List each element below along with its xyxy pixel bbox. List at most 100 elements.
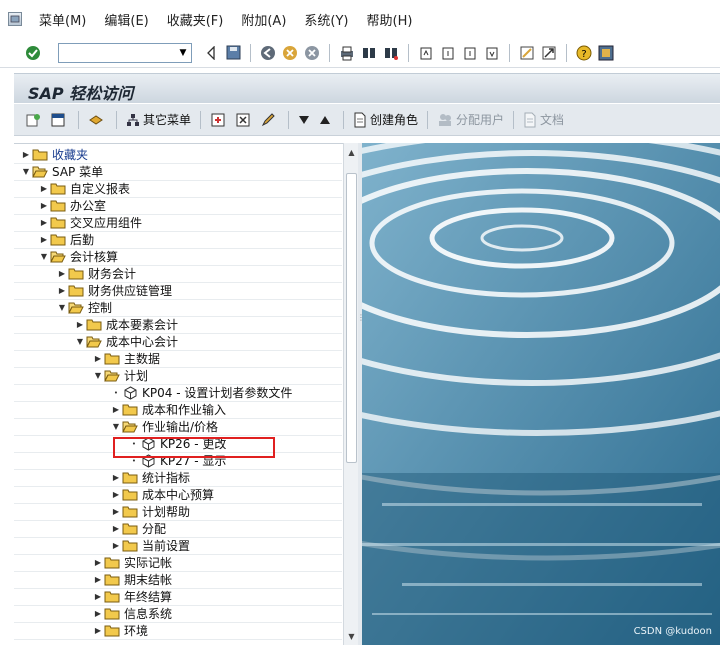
tree-item-favorites[interactable]: ▶ 收藏夹: [14, 146, 342, 163]
find-icon[interactable]: [360, 44, 378, 62]
collapsed-triangle-icon[interactable]: ▶: [110, 405, 122, 414]
collapsed-triangle-icon[interactable]: ▶: [38, 201, 50, 210]
collapsed-triangle-icon[interactable]: ▶: [92, 354, 104, 363]
add-favorite-icon[interactable]: [207, 109, 232, 131]
collapsed-triangle-icon[interactable]: ▶: [38, 235, 50, 244]
menu-menu[interactable]: 菜单(M): [30, 10, 95, 29]
new-session-icon[interactable]: [518, 44, 536, 62]
user-menu-icon[interactable]: [22, 109, 47, 131]
expanded-triangle-icon[interactable]: ▼: [110, 422, 122, 431]
collapsed-triangle-icon[interactable]: ▶: [56, 269, 68, 278]
collapsed-triangle-icon[interactable]: ▶: [110, 490, 122, 499]
documentation-button[interactable]: 文档: [520, 109, 567, 131]
sap-menu-icon[interactable]: [47, 109, 72, 131]
tree-item-label: 财务会计: [88, 267, 137, 281]
scroll-thumb[interactable]: [346, 173, 357, 463]
assign-users-button[interactable]: 分配用户: [434, 109, 507, 131]
separator: [250, 43, 251, 62]
tree-item-cost-center-budget[interactable]: ▶ 成本中心预算: [14, 486, 342, 503]
collapsed-triangle-icon[interactable]: ▶: [92, 609, 104, 618]
tree-item-allocations[interactable]: ▶ 分配: [14, 520, 342, 537]
customize-layout-icon[interactable]: [597, 44, 615, 62]
collapsed-triangle-icon[interactable]: ▶: [38, 218, 50, 227]
tree-item-planning-aids[interactable]: ▶ 计划帮助: [14, 503, 342, 520]
expanded-triangle-icon[interactable]: ▼: [74, 337, 86, 346]
scroll-down-icon[interactable]: ▼: [344, 629, 359, 643]
delete-favorite-icon[interactable]: [232, 109, 257, 131]
tree-item-financial-supply-chain[interactable]: ▶ 财务供应链管理: [14, 282, 342, 299]
tree-item-statistical-key-figures[interactable]: ▶ 统计指标: [14, 469, 342, 486]
collapsed-triangle-icon[interactable]: ▶: [56, 286, 68, 295]
collapsed-triangle-icon[interactable]: ▶: [38, 184, 50, 193]
collapsed-triangle-icon[interactable]: ▶: [110, 473, 122, 482]
tree-item-environment[interactable]: ▶ 环境: [14, 622, 342, 639]
move-down-icon[interactable]: [295, 109, 316, 131]
print-icon[interactable]: [338, 44, 356, 62]
collapsed-triangle-icon[interactable]: ▶: [92, 575, 104, 584]
expanded-triangle-icon[interactable]: ▼: [38, 252, 50, 261]
sap-window-icon[interactable]: [8, 12, 22, 26]
tree-item-controlling[interactable]: ▼ 控制: [14, 299, 342, 316]
menu-bar: 菜单(M) 编辑(E) 收藏夹(F) 附加(A) 系统(Y) 帮助(H): [0, 0, 720, 38]
other-menu-button[interactable]: 其它菜单: [123, 109, 194, 131]
collapsed-triangle-icon[interactable]: ▶: [110, 524, 122, 533]
collapsed-triangle-icon[interactable]: ▶: [110, 507, 122, 516]
collapsed-triangle-icon[interactable]: ▶: [92, 558, 104, 567]
tree-item-cost-center-accounting[interactable]: ▼ 成本中心会计: [14, 333, 342, 350]
tree-item-kp04[interactable]: • KP04 - 设置计划者参数文件: [14, 384, 342, 401]
collapsed-triangle-icon[interactable]: ▶: [110, 541, 122, 550]
next-page-icon[interactable]: [461, 44, 479, 62]
cancel-icon[interactable]: [303, 44, 321, 62]
tree-item-custom-reports[interactable]: ▶ 自定义报表: [14, 180, 342, 197]
help-icon[interactable]: ?: [575, 44, 593, 62]
tree-item-logistics[interactable]: ▶ 后勤: [14, 231, 342, 248]
tree-item-year-end-closing[interactable]: ▶ 年终结算: [14, 588, 342, 605]
tree-item-info-system[interactable]: ▶ 信息系统: [14, 605, 342, 622]
last-page-icon[interactable]: [483, 44, 501, 62]
menu-edit[interactable]: 编辑(E): [95, 10, 157, 29]
folder-icon: [104, 556, 120, 570]
collapsed-triangle-icon[interactable]: ▶: [92, 592, 104, 601]
menu-system[interactable]: 系统(Y): [295, 10, 357, 29]
save-icon[interactable]: [224, 44, 242, 62]
expanded-triangle-icon[interactable]: ▼: [92, 371, 104, 380]
chevron-down-icon[interactable]: ▼: [176, 45, 190, 61]
tree-item-accounting[interactable]: ▼ 会计核算: [14, 248, 342, 265]
shortcut-icon[interactable]: [540, 44, 558, 62]
tree-item-current-settings[interactable]: ▶ 当前设置: [14, 537, 342, 554]
command-field[interactable]: ▼: [58, 42, 192, 63]
collapsed-triangle-icon[interactable]: ▶: [92, 626, 104, 635]
tree-item-master-data[interactable]: ▶ 主数据: [14, 350, 342, 367]
menu-help[interactable]: 帮助(H): [358, 10, 422, 29]
tree-item-financial-accounting[interactable]: ▶ 财务会计: [14, 265, 342, 282]
exit-icon[interactable]: [281, 44, 299, 62]
collapsed-triangle-icon[interactable]: ▶: [74, 320, 86, 329]
back-icon[interactable]: [259, 44, 277, 62]
menu-extras[interactable]: 附加(A): [232, 10, 295, 29]
tree-item-office[interactable]: ▶ 办公室: [14, 197, 342, 214]
move-up-icon[interactable]: [316, 109, 337, 131]
tree-item-cost-activity-inputs[interactable]: ▶ 成本和作业输入: [14, 401, 342, 418]
expanded-triangle-icon[interactable]: ▼: [56, 303, 68, 312]
menu-favorites[interactable]: 收藏夹(F): [158, 10, 233, 29]
tree-item-sap-menu[interactable]: ▼ SAP 菜单: [14, 163, 342, 180]
tree-item-actual-postings[interactable]: ▶ 实际记帐: [14, 554, 342, 571]
collapsed-triangle-icon[interactable]: ▶: [20, 150, 32, 159]
change-favorite-icon[interactable]: [257, 109, 282, 131]
tree-item-cost-element-accounting[interactable]: ▶ 成本要素会计: [14, 316, 342, 333]
first-page-icon[interactable]: [417, 44, 435, 62]
previous-page-icon[interactable]: [439, 44, 457, 62]
business-workplace-icon[interactable]: [85, 109, 110, 131]
tree-item-cross-app[interactable]: ▶ 交叉应用组件: [14, 214, 342, 231]
create-role-button[interactable]: 创建角色: [350, 109, 421, 131]
enter-icon[interactable]: [24, 44, 42, 62]
expanded-triangle-icon[interactable]: ▼: [20, 167, 32, 176]
tree-item-activity-output-price[interactable]: ▼ 作业输出/价格: [14, 418, 342, 435]
vertical-scrollbar[interactable]: ▲ ▼: [343, 143, 358, 645]
find-next-icon[interactable]: [382, 44, 400, 62]
scroll-up-icon[interactable]: ▲: [344, 145, 359, 159]
back-arrow-icon[interactable]: [202, 44, 220, 62]
tree-item-period-end-closing[interactable]: ▶ 期末结帐: [14, 571, 342, 588]
folder-icon: [50, 233, 66, 247]
tree-item-planning[interactable]: ▼ 计划: [14, 367, 342, 384]
